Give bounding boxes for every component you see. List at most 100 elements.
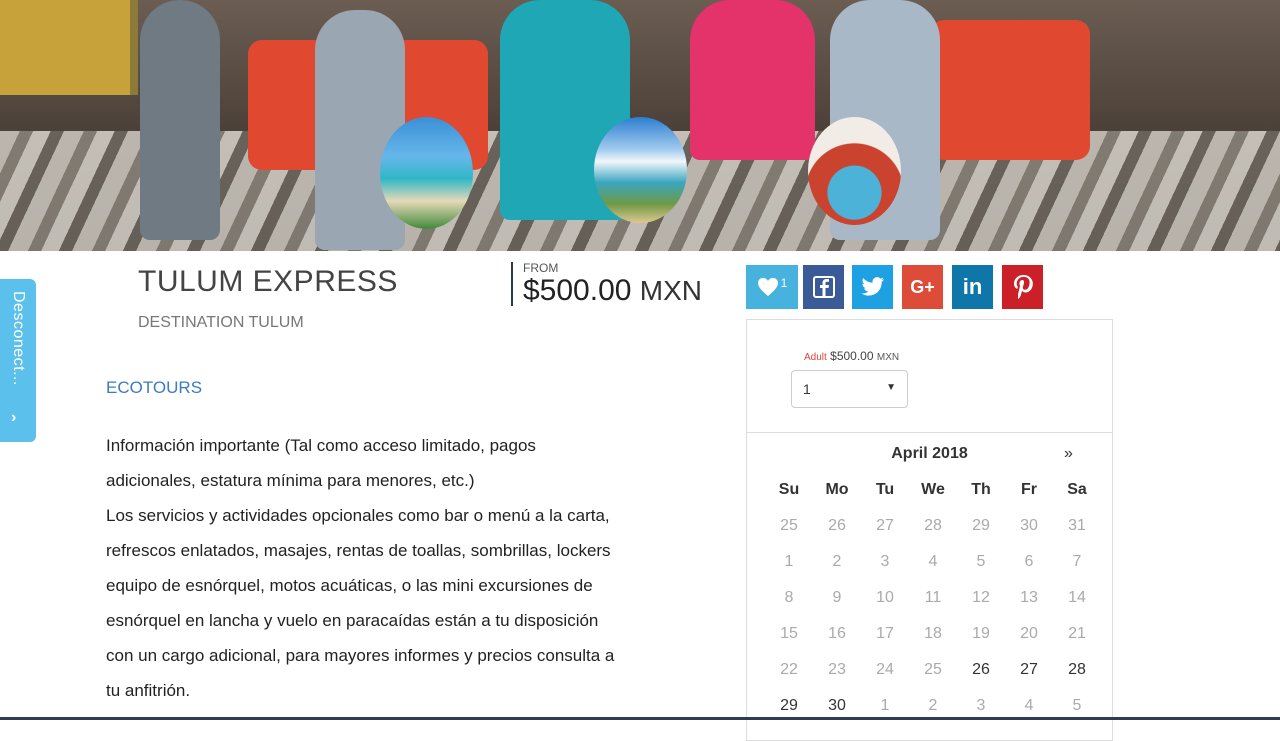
calendar-day[interactable]: 30: [813, 694, 861, 730]
calendar-month: April 2018: [891, 445, 968, 462]
calendar-day: 2: [832, 553, 842, 570]
calendar-day: 23: [828, 661, 846, 678]
calendar-day: 1: [784, 553, 794, 570]
rate-currency: MXN: [876, 352, 900, 363]
destination-label: DESTINATION TULUM: [138, 314, 304, 331]
calendar-day[interactable]: 26: [957, 658, 1005, 694]
calendar-week-row: 15 16 17 18 19 20 21: [765, 622, 1101, 658]
linkedin-icon: in: [962, 274, 983, 299]
calendar-day: 14: [1068, 589, 1086, 606]
calendar-day: 2: [928, 697, 938, 714]
calendar-week-row: 22 23 24 25 26 27 28: [765, 658, 1101, 694]
category-link[interactable]: ECOTOURS: [106, 378, 202, 398]
calendar-day: 10: [876, 589, 894, 606]
price-value: $500.00 MXN: [523, 276, 702, 306]
price-block: FROM $500.00 MXN: [511, 262, 702, 306]
thumbnail-beach-sky[interactable]: [594, 117, 687, 223]
price-from-label: FROM: [523, 261, 559, 275]
share-facebook-button[interactable]: [803, 265, 844, 309]
tour-description: Información importante (Tal como acceso …: [106, 428, 626, 708]
calendar-day: 8: [784, 589, 794, 606]
thumbnail-beach-ruins[interactable]: [380, 117, 473, 229]
description-paragraph: Los servicios y actividades opcionales c…: [106, 506, 615, 700]
calendar-day: 21: [1068, 625, 1086, 642]
rate-line: Adult $500.00 MXN: [804, 349, 899, 363]
like-button[interactable]: 1: [746, 265, 798, 309]
rate-type-label: Adult: [804, 352, 827, 363]
share-linkedin-button[interactable]: in: [952, 265, 993, 309]
calendar-day: 31: [1068, 517, 1086, 534]
calendar-day: 30: [1020, 517, 1038, 534]
weekday-label: Mo: [825, 481, 849, 498]
calendar-day: 28: [924, 517, 942, 534]
calendar-weekday-row: Su Mo Tu We Th Fr Sa: [765, 478, 1101, 514]
calendar-day: 3: [880, 553, 890, 570]
hero-planter: [0, 0, 138, 95]
chevron-right-icon: ›: [11, 409, 17, 426]
calendar-day: 5: [976, 553, 986, 570]
rate-price: $500.00: [830, 349, 874, 363]
facebook-icon: [812, 276, 835, 298]
calendar-day: 20: [1020, 625, 1038, 642]
thumbnail-tulum-sign[interactable]: [808, 117, 901, 225]
description-paragraph: Información importante (Tal como acceso …: [106, 436, 536, 490]
calendar-day: 24: [876, 661, 894, 678]
weekday-label: Fr: [1021, 481, 1037, 498]
calendar-day: 9: [832, 589, 842, 606]
hero-person: [690, 0, 815, 160]
google-plus-icon: G+: [910, 276, 935, 297]
hero-letter-block: [930, 20, 1090, 160]
heart-icon: [757, 277, 778, 297]
calendar-day: 25: [780, 517, 798, 534]
calendar-day[interactable]: 28: [1053, 658, 1101, 694]
disconnect-side-tab[interactable]: Desconect... ›: [0, 279, 36, 442]
calendar-day: 17: [876, 625, 894, 642]
hero-person: [140, 0, 220, 240]
calendar-day: 4: [928, 553, 938, 570]
like-count: 1: [780, 276, 788, 290]
calendar-day[interactable]: 27: [1005, 658, 1053, 694]
calendar-day: 7: [1072, 553, 1082, 570]
calendar-day: 6: [1024, 553, 1034, 570]
hero-person: [315, 10, 405, 250]
calendar-day: 5: [1072, 697, 1082, 714]
calendar-day: 26: [828, 517, 846, 534]
calendar-grid: Su Mo Tu We Th Fr Sa 25 26 27 28 29 30 31 1 2 3 4 5…: [765, 478, 1101, 730]
calendar-day: 29: [972, 517, 990, 534]
calendar-day: 12: [972, 589, 990, 606]
calendar-day: 11: [924, 589, 942, 606]
weekday-label: Th: [971, 481, 991, 498]
calendar-day: 25: [924, 661, 942, 678]
price-currency: MXN: [639, 275, 703, 306]
calendar-day: 27: [876, 517, 894, 534]
calendar-day: 1: [880, 697, 890, 714]
weekday-label: Tu: [875, 481, 895, 498]
calendar-day: 19: [972, 625, 990, 642]
weekday-label: We: [921, 481, 945, 498]
share-twitter-button[interactable]: [852, 265, 893, 309]
weekday-label: Su: [778, 481, 800, 498]
calendar-day: 16: [828, 625, 846, 642]
share-google-plus-button[interactable]: G+: [902, 265, 943, 309]
calendar-week-row: 29 30 1 2 3 4 5: [765, 694, 1101, 730]
twitter-icon: [861, 277, 884, 296]
page-title: TULUM EXPRESS: [138, 265, 398, 298]
calendar-day: 3: [976, 697, 986, 714]
calendar-day: 22: [780, 661, 798, 678]
quantity-value: 1: [803, 381, 811, 397]
calendar-day[interactable]: 29: [765, 694, 813, 730]
calendar-day: 18: [924, 625, 942, 642]
booking-panel: Adult $500.00 MXN 1 ▼ April 2018 » Su Mo…: [746, 319, 1113, 741]
calendar-day: 13: [1020, 589, 1038, 606]
divider: [747, 432, 1112, 433]
share-pinterest-button[interactable]: [1002, 265, 1043, 309]
calendar-day: 15: [780, 625, 798, 642]
calendar-week-row: 25 26 27 28 29 30 31: [765, 514, 1101, 550]
price-amount: $500.00: [523, 274, 632, 307]
side-tab-label: Desconect...: [10, 291, 27, 386]
calendar-next-button[interactable]: »: [1064, 445, 1073, 463]
calendar-week-row: 8 9 10 11 12 13 14: [765, 586, 1101, 622]
quantity-select[interactable]: 1 ▼: [791, 370, 908, 408]
calendar-week-row: 1 2 3 4 5 6 7: [765, 550, 1101, 586]
caret-down-icon: ▼: [886, 382, 896, 393]
